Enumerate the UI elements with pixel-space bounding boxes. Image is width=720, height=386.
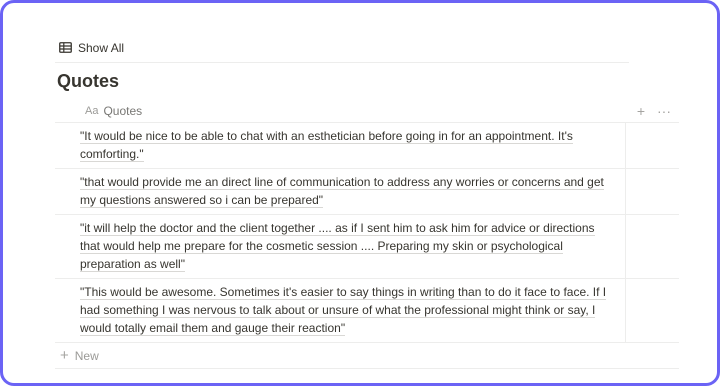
new-label: New [74, 348, 99, 363]
table-row[interactable]: "This would be awesome. Sometimes it's e… [55, 279, 679, 343]
quote-text: "it will help the doctor and the client … [80, 221, 595, 272]
table-header: Aa Quotes + ··· [55, 99, 679, 123]
more-options-button[interactable]: ··· [657, 104, 671, 118]
add-column-button[interactable]: + [637, 104, 645, 118]
quote-cell[interactable]: "It would be nice to be able to chat wit… [55, 123, 626, 168]
table-row[interactable]: "It would be nice to be able to chat wit… [55, 123, 679, 169]
quote-text: "This would be awesome. Sometimes it's e… [80, 285, 607, 336]
tab-show-all[interactable]: Show All [55, 34, 128, 62]
window-frame: Show All Quotes Aa Quotes + ··· "It woul… [0, 0, 720, 386]
database-table: Aa Quotes + ··· "It would be nice to be … [55, 99, 679, 369]
new-row-button[interactable]: + New [55, 343, 679, 369]
tab-label: Show All [78, 40, 125, 55]
quote-cell[interactable]: "that would provide me an direct line of… [55, 169, 626, 214]
page-title: Quotes [57, 71, 120, 91]
quote-cell[interactable]: "This would be awesome. Sometimes it's e… [55, 279, 626, 342]
plus-icon: + [60, 347, 69, 364]
column-label: Quotes [103, 103, 143, 118]
view-bar: Show All [55, 33, 629, 63]
table-row[interactable]: "it will help the doctor and the client … [55, 215, 679, 279]
column-header-quotes[interactable]: Aa Quotes [55, 104, 626, 118]
table-row[interactable]: "that would provide me an direct line of… [55, 169, 679, 215]
text-property-icon: Aa [85, 104, 99, 117]
quote-cell[interactable]: "it will help the doctor and the client … [55, 215, 626, 278]
header-actions: + ··· [637, 104, 679, 118]
quote-text: "that would provide me an direct line of… [80, 175, 604, 208]
table-icon [59, 42, 72, 53]
quote-text: "It would be nice to be able to chat wit… [80, 129, 573, 162]
